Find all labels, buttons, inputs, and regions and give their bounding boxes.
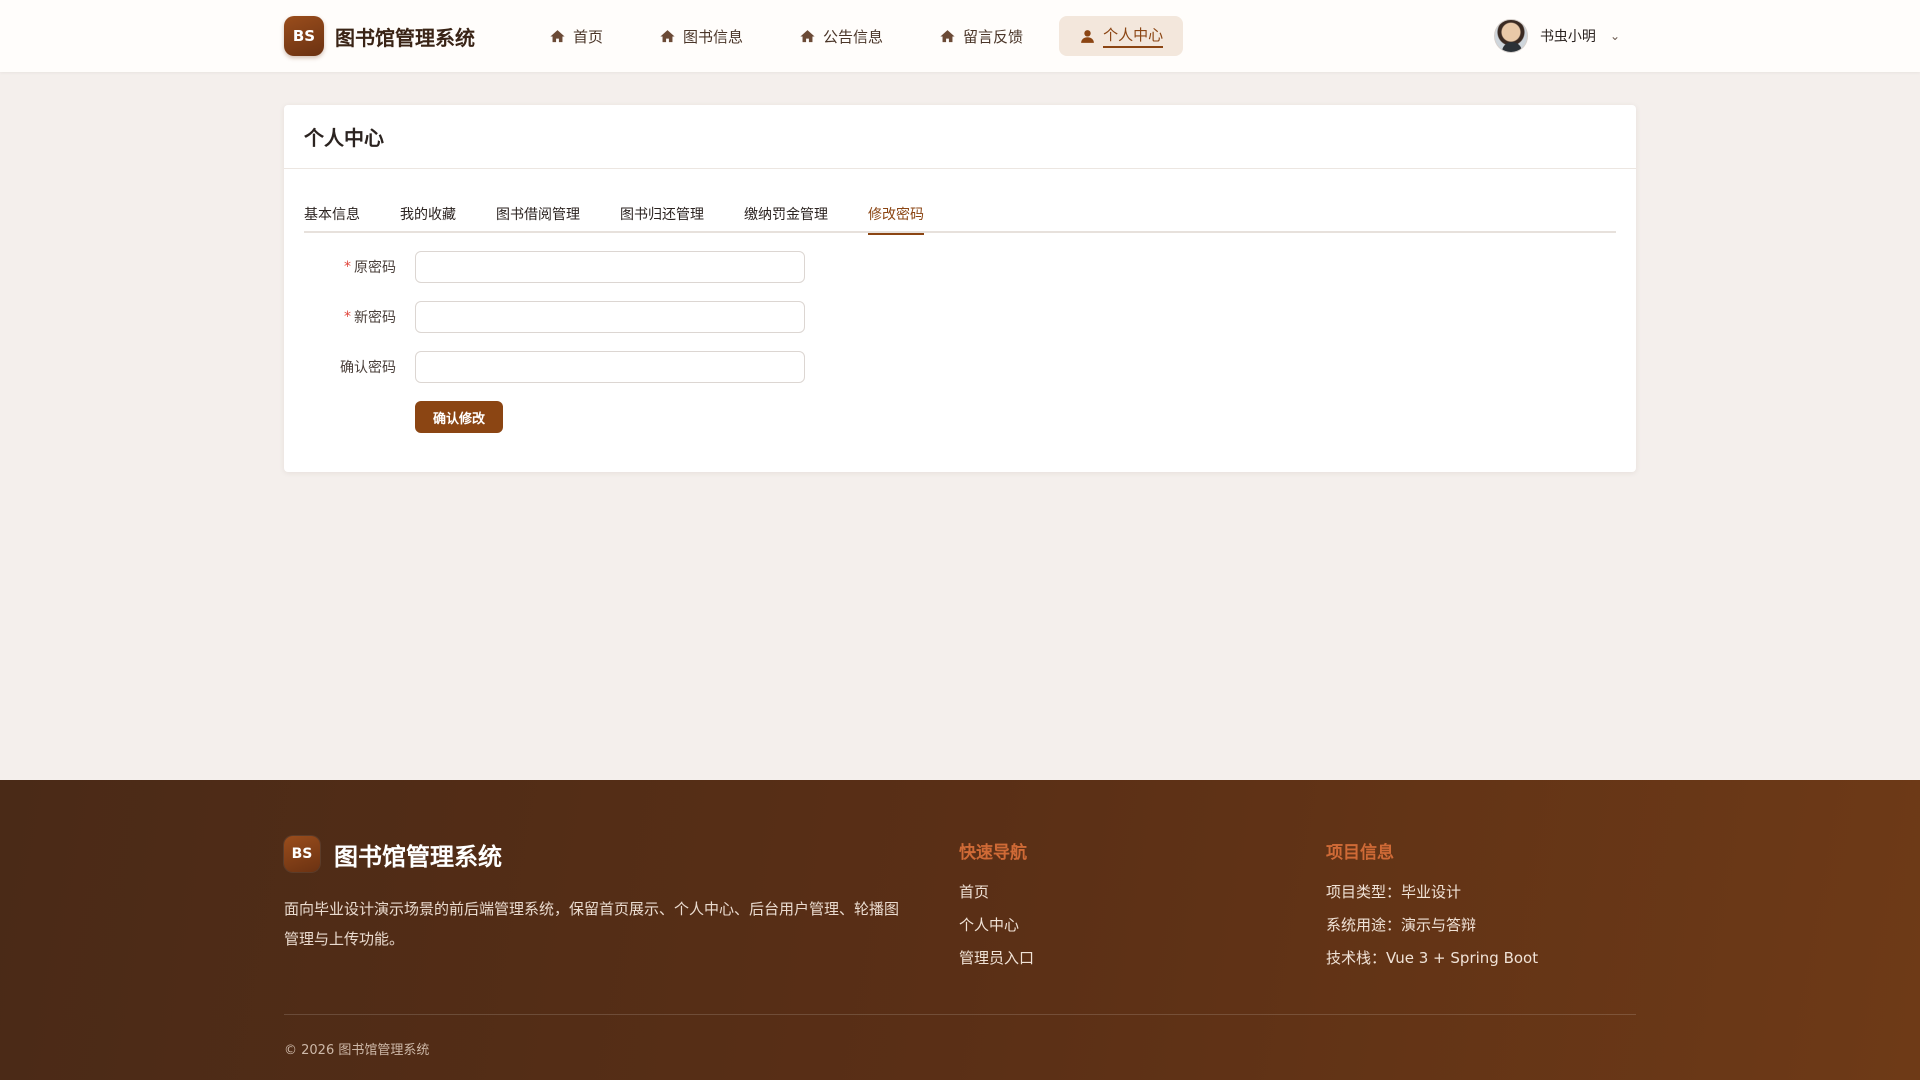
logo-badge: BS <box>284 16 324 56</box>
user-name: 书虫小明 <box>1539 29 1596 45</box>
footer-logo-badge: BS <box>284 836 320 872</box>
nav-label: 首页 <box>573 27 604 46</box>
home-icon <box>550 29 565 42</box>
confirm-password-label-text: 确认密码 <box>340 360 396 376</box>
nav-label: 公告信息 <box>823 27 884 46</box>
top-header: BS 图书馆管理系统 首页 图书信息 公告信息 留言反馈 个人中心 书虫小明 ⌄ <box>0 0 1920 72</box>
nav-item-home[interactable]: 首页 <box>529 16 623 56</box>
tab-borrow-management[interactable]: 图书借阅管理 <box>496 195 580 233</box>
copyright: © 2026 图书馆管理系统 <box>284 1043 430 1058</box>
new-password-input[interactable] <box>415 301 805 333</box>
brand[interactable]: BS 图书馆管理系统 <box>284 16 475 56</box>
user-menu[interactable]: 书虫小明 ⌄ <box>1493 18 1620 54</box>
nav-item-notices[interactable]: 公告信息 <box>779 16 903 56</box>
confirm-change-button[interactable]: 确认修改 <box>415 401 503 433</box>
brand-name: 图书馆管理系统 <box>335 25 475 50</box>
old-password-input[interactable] <box>415 251 805 283</box>
required-mark: * <box>344 259 351 275</box>
footer-link-home[interactable]: 首页 <box>959 876 1034 909</box>
footer-quick-nav: 快速导航 首页 个人中心 管理员入口 <box>959 838 1034 975</box>
tab-basic-info[interactable]: 基本信息 <box>304 195 360 233</box>
confirm-password-label: 确认密码 <box>304 351 396 383</box>
form-row-new-password: * 新密码 <box>304 301 805 333</box>
project-type: 项目类型：毕业设计 <box>1326 883 1462 901</box>
nav-label: 个人中心 <box>1103 24 1164 48</box>
profile-card: 个人中心 基本信息 我的收藏 图书借阅管理 图书归还管理 缴纳罚金管理 修改密码… <box>284 105 1636 472</box>
nav-item-books[interactable]: 图书信息 <box>639 16 763 56</box>
nav-item-feedback[interactable]: 留言反馈 <box>919 16 1043 56</box>
footer-brand: BS 图书馆管理系统 <box>284 836 502 872</box>
footer-link-profile[interactable]: 个人中心 <box>959 909 1034 942</box>
nav-label: 留言反馈 <box>963 27 1024 46</box>
page-title: 个人中心 <box>284 105 1636 169</box>
tab-fine-payment[interactable]: 缴纳罚金管理 <box>744 195 828 233</box>
site-footer: BS 图书馆管理系统 面向毕业设计演示场景的前后端管理系统，保留首页展示、个人中… <box>0 780 1920 1080</box>
form-row-confirm-password: 确认密码 <box>304 351 805 383</box>
footer-project-info: 项目信息 项目类型：毕业设计 系统用途：演示与答辩 技术栈：Vue 3 + Sp… <box>1326 838 1538 975</box>
chevron-down-icon: ⌄ <box>1609 29 1620 43</box>
old-password-label-text: 原密码 <box>354 260 396 276</box>
old-password-label: * 原密码 <box>304 251 396 283</box>
user-icon <box>1081 29 1094 43</box>
profile-tabs: 基本信息 我的收藏 图书借阅管理 图书归还管理 缴纳罚金管理 修改密码 <box>304 195 1616 235</box>
footer-divider <box>284 1014 1636 1015</box>
confirm-password-input[interactable] <box>415 351 805 383</box>
new-password-label: * 新密码 <box>304 301 396 333</box>
main-nav: 首页 图书信息 公告信息 留言反馈 个人中心 <box>529 16 1199 56</box>
required-mark: * <box>344 309 351 325</box>
project-info-title: 项目信息 <box>1326 843 1394 863</box>
home-icon <box>660 29 675 42</box>
footer-link-admin[interactable]: 管理员入口 <box>959 942 1034 975</box>
avatar <box>1493 19 1528 53</box>
footer-description: 面向毕业设计演示场景的前后端管理系统，保留首页展示、个人中心、后台用户管理、轮播… <box>284 900 900 948</box>
tab-favorites[interactable]: 我的收藏 <box>400 195 456 233</box>
quick-nav-title: 快速导航 <box>959 843 1027 863</box>
project-tech-stack: 技术栈：Vue 3 + Spring Boot <box>1326 949 1539 967</box>
nav-label: 图书信息 <box>683 27 744 46</box>
tab-change-password[interactable]: 修改密码 <box>868 195 924 235</box>
footer-brand-name: 图书馆管理系统 <box>334 842 502 871</box>
new-password-label-text: 新密码 <box>354 310 396 326</box>
project-purpose: 系统用途：演示与答辩 <box>1326 916 1477 934</box>
home-icon <box>800 29 815 42</box>
tab-return-management[interactable]: 图书归还管理 <box>620 195 704 233</box>
home-icon <box>940 29 955 42</box>
form-row-old-password: * 原密码 <box>304 251 805 283</box>
header-inner: BS 图书馆管理系统 首页 图书信息 公告信息 留言反馈 个人中心 书虫小明 ⌄ <box>284 0 1636 72</box>
nav-item-profile[interactable]: 个人中心 <box>1059 16 1184 56</box>
